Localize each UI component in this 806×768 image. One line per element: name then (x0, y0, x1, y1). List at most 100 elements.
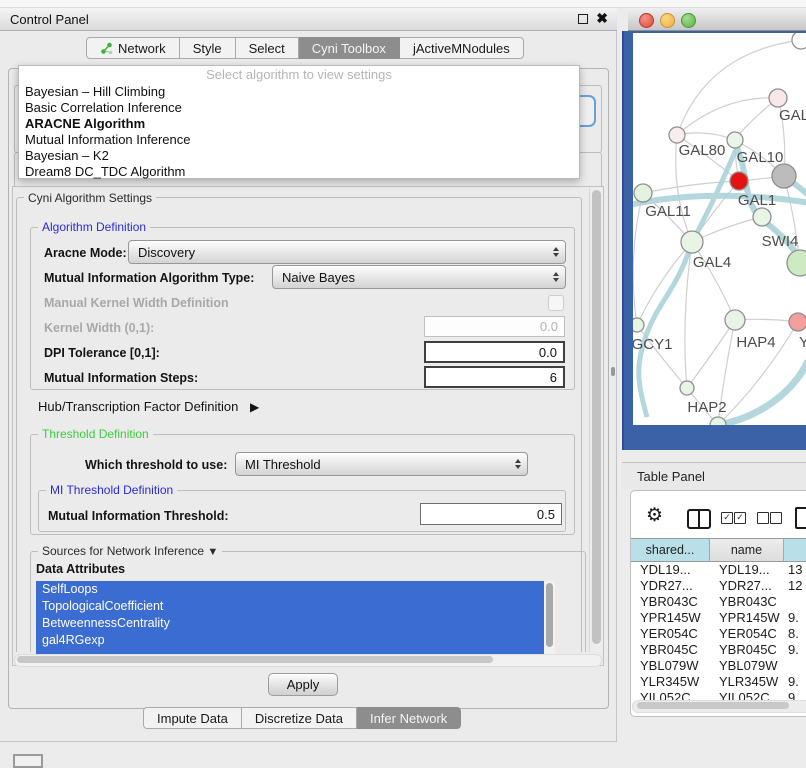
kernel-width-field[interactable]: 0.0 (424, 316, 565, 337)
column-header-partial[interactable] (784, 538, 806, 562)
algorithm-option[interactable]: Bayesian – Hill Climbing (19, 84, 579, 100)
network-node-gal4[interactable] (681, 231, 703, 253)
tab-cyni-toolbox[interactable]: Cyni Toolbox (299, 37, 400, 59)
aracne-mode-label: Aracne Mode: (44, 246, 127, 260)
attribute-item-selected[interactable]: BetweennessCentrality (36, 615, 544, 632)
attribute-item-selected[interactable]: gal4RGexp (36, 632, 544, 649)
control-panel-titlebar[interactable]: Control Panel ✖ (0, 8, 617, 31)
table-row[interactable]: YER054CYER054C8. (631, 626, 806, 642)
table-row[interactable]: YDL19...YDL19...13 (631, 562, 806, 578)
network-node[interactable] (769, 89, 787, 107)
table-row[interactable]: YBR045CYBR045C9. (631, 642, 806, 658)
kernel-width-value: 0.0 (540, 319, 558, 334)
tab-network-label: Network (118, 41, 166, 56)
node-label: HAP4 (736, 334, 775, 351)
tab-select[interactable]: Select (236, 37, 299, 59)
tab-infer-network-label: Infer Network (370, 711, 447, 726)
close-traffic-light[interactable] (639, 13, 654, 28)
network-node-gal11[interactable] (634, 184, 652, 202)
apply-button[interactable]: Apply (268, 673, 338, 696)
hub-section-toggle[interactable]: Hub/Transcription Factor Definition ▶ (38, 399, 259, 414)
table-row[interactable]: YDR27...YDR27...12 (631, 578, 806, 594)
network-nodes[interactable] (633, 33, 806, 425)
panel-splitter-handle[interactable] (611, 367, 615, 376)
settings-horizontal-scrollbar[interactable] (14, 654, 602, 667)
attribute-item-selected[interactable]: SelfLoops (36, 581, 544, 598)
network-node-salmon[interactable] (789, 313, 806, 331)
node-label: GAL11 (645, 203, 691, 220)
attributes-vertical-scrollbar[interactable] (544, 581, 555, 655)
top-strip (0, 0, 806, 8)
network-window-titlebar[interactable] (628, 8, 806, 31)
network-icon (100, 42, 113, 55)
table-row[interactable]: YBL079WYBL079W (631, 658, 806, 674)
checked-checkbox-icon[interactable]: ✓ (734, 512, 746, 524)
algorithm-option[interactable]: Bayesian – K2 (19, 148, 579, 164)
tab-impute-data[interactable]: Impute Data (143, 707, 242, 729)
unchecked-checkbox-icon[interactable] (757, 512, 769, 524)
aracne-mode-combo[interactable]: Discovery (128, 240, 566, 264)
algorithm-option-selected[interactable]: ARACNE Algorithm (19, 116, 579, 132)
table-cell: YLR345W (710, 674, 784, 690)
column-header-shared[interactable]: shared... (631, 538, 710, 562)
table-row[interactable]: YPR145WYPR145W9. (631, 610, 806, 626)
which-threshold-combo[interactable]: MI Threshold (235, 452, 528, 476)
algorithm-definition-title: Algorithm Definition (38, 220, 150, 234)
network-node-gray[interactable] (772, 164, 796, 188)
network-node[interactable] (787, 250, 806, 276)
tab-jactivemnodules[interactable]: jActiveMNodules (400, 37, 524, 59)
network-node-swi4[interactable] (753, 208, 771, 226)
table-row[interactable]: YLR345WYLR345W9. (631, 674, 806, 690)
table-horizontal-scrollbar[interactable] (632, 700, 806, 713)
tab-discretize-data[interactable]: Discretize Data (242, 707, 357, 729)
column-header-name[interactable]: name (710, 538, 784, 562)
unchecked-checkbox-icon[interactable] (770, 512, 782, 524)
network-node-gcy1[interactable] (633, 318, 644, 332)
attribute-item-selected[interactable]: TopologicalCoefficient (36, 598, 544, 615)
manual-kernel-checkbox[interactable] (548, 295, 564, 311)
table-cell (784, 658, 806, 674)
dpi-tolerance-field[interactable]: 0.0 (424, 341, 565, 363)
float-window-icon[interactable] (578, 14, 588, 24)
network-node-gal10[interactable] (727, 132, 743, 148)
control-panel-window: Control Panel ✖ Network Style Select Cyn… (0, 8, 617, 742)
mi-type-combo[interactable]: Naive Bayes (272, 265, 566, 289)
manual-kernel-label: Manual Kernel Width Definition (44, 296, 229, 310)
algorithm-option[interactable]: Basic Correlation Inference (19, 100, 579, 116)
network-node-hap2[interactable] (680, 381, 694, 395)
sources-group-title[interactable]: Sources for Network Inference ▼ (38, 544, 222, 558)
split-columns-icon[interactable] (687, 509, 711, 529)
table-cell: YER054C (631, 626, 710, 642)
table-cell: YBR045C (631, 642, 710, 658)
stepper-icon (553, 241, 559, 263)
mi-threshold-field[interactable]: 0.5 (420, 503, 562, 525)
network-node-gal1[interactable] (730, 172, 748, 190)
document-icon[interactable] (795, 507, 806, 529)
close-icon[interactable]: ✖ (596, 10, 608, 27)
settings-vertical-scrollbar[interactable] (589, 188, 603, 652)
dpi-tolerance-label: DPI Tolerance [0,1]: (44, 346, 160, 360)
tab-style[interactable]: Style (180, 37, 236, 59)
gear-icon[interactable]: ⚙︎ (646, 506, 663, 525)
tab-network[interactable]: Network (86, 37, 180, 59)
node-label: GAL4 (693, 254, 731, 271)
tab-cyni-toolbox-label: Cyni Toolbox (312, 41, 386, 56)
network-node-hap4[interactable] (725, 310, 745, 330)
mi-steps-field[interactable]: 6 (424, 366, 565, 388)
tab-infer-network[interactable]: Infer Network (357, 707, 461, 729)
network-canvas[interactable]: GAL GAL80 GAL10 GAL1 GAL11 SWI4 GAL4 GCY… (633, 33, 806, 425)
algorithm-option[interactable]: Dream8 DC_TDC Algorithm (19, 164, 579, 180)
mi-steps-label: Mutual Information Steps: (44, 371, 198, 385)
algorithm-option[interactable]: Mutual Information Inference (19, 132, 579, 148)
bottom-tabbar: Impute Data Discretize Data Infer Networ… (143, 707, 461, 729)
minimize-traffic-light[interactable] (660, 13, 675, 28)
table-panel-title: Table Panel (637, 469, 705, 484)
table-row[interactable]: YBR043CYBR043C (631, 594, 806, 610)
network-node-gal80[interactable] (669, 127, 685, 143)
checked-checkbox-icon[interactable]: ✓ (721, 512, 733, 524)
sources-group-label: Sources for Network Inference (42, 544, 204, 558)
tab-jactivemnodules-label: jActiveMNodules (413, 41, 510, 56)
zoom-traffic-light[interactable] (681, 13, 696, 28)
node-label: Y (799, 334, 806, 351)
network-node[interactable] (792, 33, 806, 49)
